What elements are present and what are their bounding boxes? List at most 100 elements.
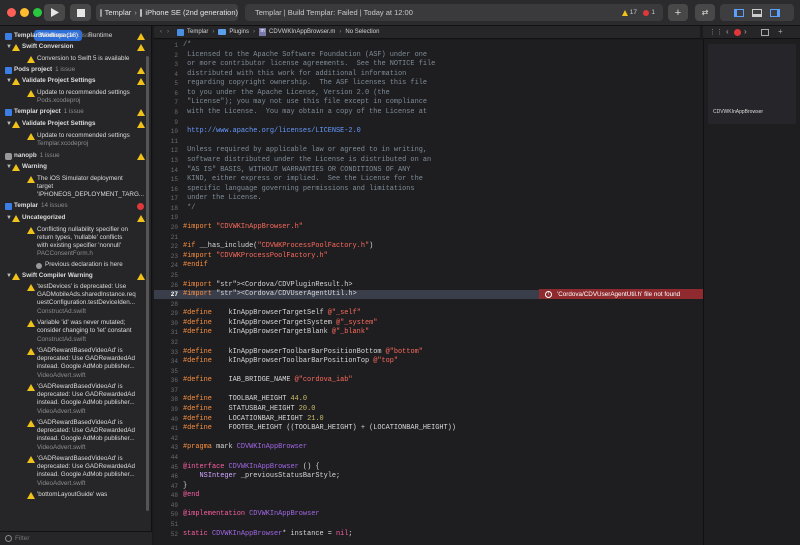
zoom-window-button[interactable] <box>33 8 42 17</box>
issue-item[interactable]: consider changing to 'let' constant <box>37 327 131 335</box>
code-line[interactable]: to you under the Apache License, Version… <box>183 89 390 97</box>
issue-file[interactable]: PACConsentForm.h <box>37 250 93 258</box>
code-line[interactable]: "AS IS" BASIS, WITHOUT WARRANTIES OR CON… <box>183 166 410 174</box>
forward-arrow-icon[interactable]: › <box>167 29 169 35</box>
issue-item[interactable]: instead. Google AdMob publisher... <box>37 363 135 371</box>
issue-item[interactable]: instead. Google AdMob publisher... <box>37 471 135 479</box>
code-line[interactable]: KIND, either express or implied. See the… <box>183 175 423 183</box>
issue-item[interactable]: Conversion to Swift 5 is available <box>37 55 129 63</box>
library-button[interactable]: + <box>668 4 688 21</box>
issue-file[interactable]: ConstructAd.swift <box>37 308 86 316</box>
code-line[interactable]: distributed with this work for additiona… <box>183 70 406 78</box>
issue-file[interactable]: Pods.xcodeproj <box>37 97 80 105</box>
inline-error-message[interactable]: ! 'Cordova/CDVUserAgentUtil.h' file not … <box>539 289 703 299</box>
issue-item[interactable]: Variable 'id' was never mutated; <box>37 319 125 327</box>
issue-file[interactable]: VideoAdvert.swift <box>37 408 86 416</box>
issue-group[interactable]: Templar project 1 issue <box>14 108 84 116</box>
breadcrumb-project[interactable]: Templar <box>187 29 208 35</box>
code-line[interactable]: with the License. You may obtain a copy … <box>183 108 427 116</box>
issue-item[interactable]: Update to recommended settings <box>37 89 130 97</box>
issue-item[interactable]: deprecated: Use GADRewardedAd <box>37 427 135 435</box>
code-line[interactable]: @interface CDVWKInAppBrowser () { <box>183 463 319 471</box>
code-line[interactable]: Unless required by applicable law or agr… <box>183 146 427 154</box>
issue-item[interactable]: 'IPHONEOS_DEPLOYMENT_TARG... <box>37 191 144 199</box>
add-editor-icon[interactable]: + <box>778 27 783 36</box>
code-line[interactable]: #define kInAppBrowserToolbarBarPositionT… <box>183 357 398 365</box>
issue-item[interactable]: 'GADRewardBasedVideoAd' is <box>37 419 123 427</box>
issue-item[interactable]: The iOS Simulator deployment <box>37 175 123 183</box>
issue-item[interactable]: Previous declaration is here <box>45 261 123 269</box>
issue-item[interactable]: Uncategorized <box>22 214 65 222</box>
minimize-window-button[interactable] <box>20 8 29 17</box>
code-line[interactable]: static CDVWKInAppBrowser* instance = nil… <box>183 530 353 538</box>
code-line[interactable]: #define kInAppBrowserTargetSystem @"_sys… <box>183 319 377 327</box>
forward-nav-icon[interactable]: › <box>744 27 747 36</box>
code-line[interactable]: #if __has_include("CDVWKProcessPoolFacto… <box>183 242 373 250</box>
issue-file[interactable]: Templar.xcodeproj <box>37 140 88 148</box>
source-editor[interactable]: 1 /* 2 Licensed to the Apache Software Fou… <box>154 40 703 545</box>
issue-item[interactable]: instead. Google AdMob publisher... <box>37 435 135 443</box>
code-line[interactable]: #define TOOLBAR_HEIGHT 44.0 <box>183 395 307 403</box>
back-nav-icon[interactable]: ‹ <box>726 27 729 36</box>
error-icon[interactable] <box>734 29 741 36</box>
issue-item[interactable]: deprecated: Use GADRewardedAd <box>37 463 135 471</box>
code-line[interactable]: #define IAB_BRIDGE_NAME @"cordova_iab" <box>183 376 353 384</box>
code-line[interactable]: /* <box>183 41 191 49</box>
code-line[interactable]: #define kInAppBrowserTargetBlank @"_blan… <box>183 328 369 336</box>
inspector-toggle-icon[interactable] <box>770 8 780 17</box>
warning-badge[interactable]: 17 <box>621 9 637 16</box>
issue-item[interactable]: return types, 'nullable' conflicts <box>37 234 122 242</box>
code-line[interactable]: #import "CDVWKProcessPoolFactory.h" <box>183 252 328 260</box>
issue-file[interactable]: VideoAdvert.swift <box>37 444 86 452</box>
code-line[interactable]: @implementation CDVWKInAppBrowser <box>183 510 319 518</box>
navigator-toggle-icon[interactable] <box>734 8 744 17</box>
code-line[interactable]: software distributed under the License i… <box>183 156 431 164</box>
issue-item[interactable]: 'GADRewardBasedVideoAd' is <box>37 383 123 391</box>
code-line[interactable]: #import "CDVWKInAppBrowser.h" <box>183 223 303 231</box>
issue-item[interactable]: instead. Google AdMob publisher... <box>37 399 135 407</box>
code-line[interactable]: #import "str"><Cordova/CDVUserAgentUtil.… <box>183 290 357 298</box>
code-line[interactable]: */ <box>183 204 195 212</box>
issue-file[interactable]: VideoAdvert.swift <box>37 372 86 380</box>
issue-item[interactable]: deprecated: Use GADRewardedAd <box>37 355 135 363</box>
issue-group[interactable]: Pods project 1 issue <box>14 66 75 74</box>
issue-item[interactable]: 'GADRewardBasedVideoAd' is <box>37 455 123 463</box>
code-line[interactable]: #define kInAppBrowserToolbarBarPositionB… <box>183 348 423 356</box>
issue-item[interactable]: deprecated: Use GADRewardedAd <box>37 391 135 399</box>
minimap[interactable]: CDVWKInAppBrowser <box>703 26 800 545</box>
issue-item[interactable]: 'bottomLayoutGuide' was <box>37 491 107 499</box>
adjust-editor-icon[interactable] <box>761 29 769 36</box>
issue-group[interactable]: Templar 14 issues <box>14 202 68 210</box>
issue-item[interactable]: GADMobileAds.sharedInstance.req <box>37 291 136 299</box>
code-line[interactable]: under the License. <box>183 194 261 202</box>
code-line[interactable]: NSInteger _previousStatusBarStyle; <box>183 472 341 480</box>
close-window-button[interactable] <box>7 8 16 17</box>
code-line[interactable]: #import "str"><Cordova/CDVPluginResult.h… <box>183 281 353 289</box>
code-line[interactable]: #pragma mark CDVWKInAppBrowser <box>183 443 307 451</box>
code-line[interactable]: #define kInAppBrowserTargetSelf @"_self" <box>183 309 361 317</box>
related-items-icon[interactable]: ⋮⋮ <box>709 28 723 36</box>
issue-item[interactable]: Validate Project Settings <box>22 120 96 128</box>
issue-group[interactable]: nanopb 1 issue <box>14 152 60 160</box>
issue-item[interactable]: Swift Conversion <box>22 43 73 51</box>
breadcrumb-selection[interactable]: No Selection <box>345 29 379 35</box>
issue-item[interactable]: target <box>37 183 53 191</box>
code-line[interactable]: @end <box>183 491 200 499</box>
issue-item[interactable]: 'testDevices' is deprecated: Use <box>37 283 126 291</box>
breadcrumb-file[interactable]: CDVWKInAppBrowser.m <box>269 29 335 35</box>
issue-item[interactable]: uestConfiguration.testDeviceIden... <box>37 299 135 307</box>
issue-item[interactable]: Update to recommended settings <box>37 132 130 140</box>
code-line[interactable]: #define STATUSBAR_HEIGHT 20.0 <box>183 405 315 413</box>
run-button[interactable] <box>44 4 65 21</box>
issue-item[interactable]: Warning <box>22 163 47 171</box>
code-line[interactable]: specific language governing permissions … <box>183 185 414 193</box>
code-line[interactable]: "License"); you may not use this file ex… <box>183 98 427 106</box>
code-line[interactable]: #define FOOTER_HEIGHT ((TOOLBAR_HEIGHT) … <box>183 424 456 432</box>
code-line[interactable]: #endif <box>183 261 208 269</box>
debug-toggle-icon[interactable] <box>752 8 762 17</box>
issue-file[interactable]: ConstructAd.swift <box>37 336 86 344</box>
code-line[interactable]: Licensed to the Apache Software Foundati… <box>183 51 427 59</box>
issue-item[interactable]: 'GADRewardBasedVideoAd' is <box>37 347 123 355</box>
code-line[interactable]: } <box>183 482 187 490</box>
code-line[interactable]: http://www.apache.org/licenses/LICENSE-2… <box>183 127 361 135</box>
